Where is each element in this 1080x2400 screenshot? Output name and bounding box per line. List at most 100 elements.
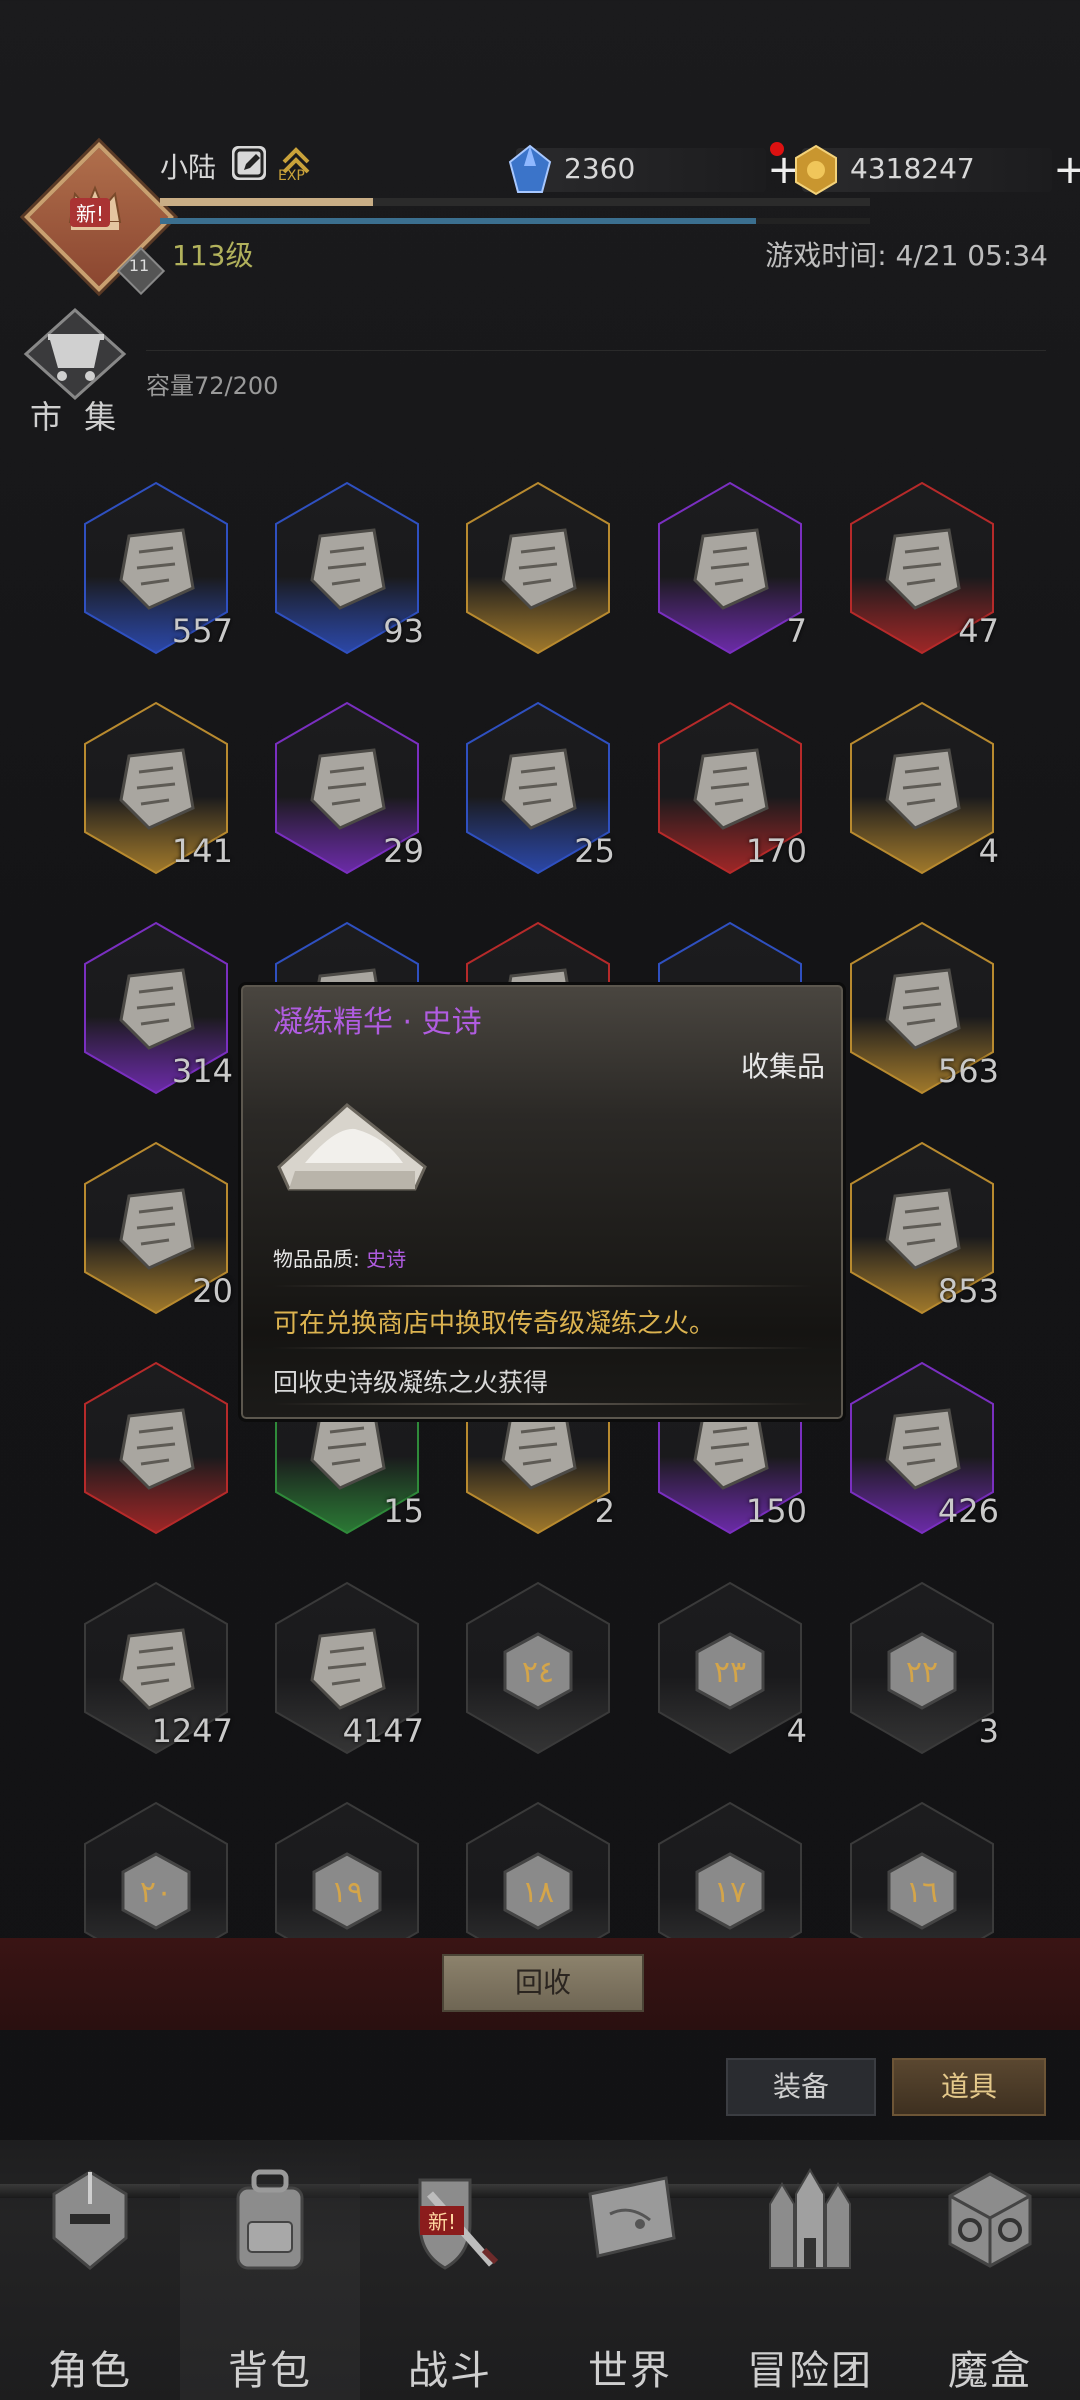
inventory-slot[interactable]: 853 <box>847 1140 999 1316</box>
market-cart-icon[interactable] <box>20 306 130 402</box>
nav-tab-world[interactable]: 世界 <box>540 2150 720 2400</box>
item-count: 93 <box>383 612 424 650</box>
top-header: 新! 11 小陆 EXP 113级 游戏时间: 4/21 05:34 2360 … <box>0 0 1080 436</box>
crystal-shard-icon <box>119 1188 195 1270</box>
leaf-gem-icon <box>119 968 195 1050</box>
tooltip-divider <box>273 1403 813 1405</box>
exp-label: EXP <box>278 168 305 184</box>
nav-tab-character[interactable]: 角色 <box>0 2150 180 2400</box>
diamond-currency: 2360 + <box>508 144 801 193</box>
helmet-icon <box>52 2170 128 2270</box>
numbered-cube-icon: ٢٣ <box>695 1632 765 1710</box>
svg-text:٢٢: ٢٢ <box>906 1655 938 1690</box>
item-count: 4 <box>978 832 999 870</box>
item-count: 563 <box>937 1052 999 1090</box>
gold-currency: 4318247 + <box>795 144 1080 196</box>
inventory-slot[interactable] <box>81 1360 231 1536</box>
shard-icon <box>119 1628 195 1710</box>
item-count: 557 <box>171 612 233 650</box>
inventory-slot[interactable]: 4 <box>847 700 999 876</box>
inventory-slot[interactable]: 141 <box>81 700 233 876</box>
inventory-slot[interactable]: 1247 <box>81 1580 233 1756</box>
rune-tablet-icon <box>119 748 195 830</box>
item-tooltip: 凝练精华 · 史诗 收集品 物品品质: 史诗 可在兑换商店中换取传奇级凝练之火。… <box>238 982 846 1422</box>
inventory-slot[interactable]: 7 <box>655 480 807 656</box>
inventory-slot[interactable]: ١٧ <box>655 1800 805 1940</box>
item-count: 853 <box>937 1272 999 1310</box>
blue-gem-icon <box>508 144 552 193</box>
magic-cube-icon <box>948 2172 1032 2268</box>
inventory-slot[interactable]: ١٩ <box>272 1800 422 1940</box>
tooltip-title: 凝练精华 · 史诗 <box>273 1005 482 1040</box>
numbered-cube-icon: ١٩ <box>312 1852 382 1930</box>
inventory-slot[interactable]: 93 <box>272 480 424 656</box>
gold-gem-icon <box>795 144 837 196</box>
item-count: 4147 <box>342 1712 424 1750</box>
item-count: 7 <box>786 612 807 650</box>
potion-bottle-icon <box>119 1408 195 1490</box>
numbered-cube-icon: ٢٠ <box>121 1852 191 1930</box>
tooltip-quality: 物品品质: 史诗 <box>273 1243 406 1272</box>
item-count: 25 <box>574 832 615 870</box>
item-count: 141 <box>171 832 233 870</box>
pocket-watch-icon <box>310 528 386 610</box>
bag-capacity: 容量72/200 <box>146 372 279 400</box>
nav-tab-adventure-team[interactable]: 冒险团 <box>720 2150 900 2400</box>
diamond-amount: 2360 <box>564 152 636 185</box>
nav-tab-battle[interactable]: 战斗 <box>360 2150 540 2400</box>
inventory-slot[interactable]: ١٨ <box>463 1800 613 1940</box>
carved-stone-icon <box>693 748 769 830</box>
inventory-slot[interactable]: 25 <box>463 700 615 876</box>
nav-label: 战斗 <box>408 2348 492 2394</box>
rune-tablet-icon <box>885 528 961 610</box>
exp-bar-fill <box>160 198 373 206</box>
filter-items-tab[interactable]: 道具 <box>892 2058 1046 2116</box>
recycle-button[interactable]: 回收 <box>442 1954 644 2012</box>
svg-text:٢٠: ٢٠ <box>140 1875 172 1910</box>
inventory-slot[interactable] <box>463 480 613 656</box>
edit-name-icon[interactable] <box>232 146 266 180</box>
inventory-slot[interactable]: ١٦ <box>847 1800 997 1940</box>
rune-tablet-icon <box>501 748 577 830</box>
svg-text:١٩: ١٩ <box>331 1875 363 1910</box>
inventory-slot[interactable]: ٢٢ 3 <box>847 1580 999 1756</box>
backpack-icon <box>236 2169 304 2270</box>
inventory-slot[interactable]: 29 <box>272 700 424 876</box>
quality-value: 史诗 <box>366 1247 407 1271</box>
quality-label: 物品品质: <box>273 1247 367 1271</box>
svg-text:٢٤: ٢٤ <box>522 1655 554 1690</box>
divider <box>146 350 1046 351</box>
filter-equipment-tab[interactable]: 装备 <box>726 2058 876 2116</box>
nav-label: 背包 <box>228 2348 312 2394</box>
inventory-slot[interactable]: 20 <box>81 1140 233 1316</box>
nav-label: 角色 <box>48 2348 132 2394</box>
numbered-cube-icon: ٢٢ <box>887 1632 957 1710</box>
inventory-slot[interactable]: 47 <box>847 480 999 656</box>
player-name: 小陆 <box>160 151 217 184</box>
inventory-slot[interactable]: 314 <box>81 920 233 1096</box>
nav-tab-magic-box[interactable]: 魔盒 <box>900 2150 1080 2400</box>
tooltip-divider <box>273 1285 813 1287</box>
crystal-icon <box>310 1628 386 1710</box>
item-count: 170 <box>745 832 807 870</box>
inventory-slot[interactable]: ٢٤ <box>463 1580 613 1756</box>
svg-text:١٦: ١٦ <box>906 1875 938 1910</box>
bowl-icon <box>119 528 195 610</box>
svg-text:١٧: ١٧ <box>714 1875 746 1910</box>
inventory-slot[interactable]: 563 <box>847 920 999 1096</box>
item-count: 1247 <box>151 1712 233 1750</box>
item-count: 15 <box>383 1492 424 1530</box>
tooltip-description: 可在兑换商店中换取传奇级凝练之火。 <box>273 1309 716 1339</box>
nav-tab-backpack[interactable]: 背包 <box>180 2150 360 2400</box>
inventory-slot[interactable]: ٢٣ 4 <box>655 1580 807 1756</box>
numbered-cube-icon: ١٨ <box>503 1852 573 1930</box>
item-count: 20 <box>192 1272 233 1310</box>
inventory-slot[interactable]: 4147 <box>272 1580 424 1756</box>
inventory-slot[interactable]: ٢٠ <box>81 1800 231 1940</box>
inventory-slot[interactable]: 426 <box>847 1360 999 1536</box>
add-gold-button[interactable]: + <box>1050 150 1080 190</box>
inventory-slot[interactable]: 170 <box>655 700 807 876</box>
claw-banner-icon <box>885 748 961 830</box>
item-count: 426 <box>937 1492 999 1530</box>
inventory-slot[interactable]: 557 <box>81 480 233 656</box>
